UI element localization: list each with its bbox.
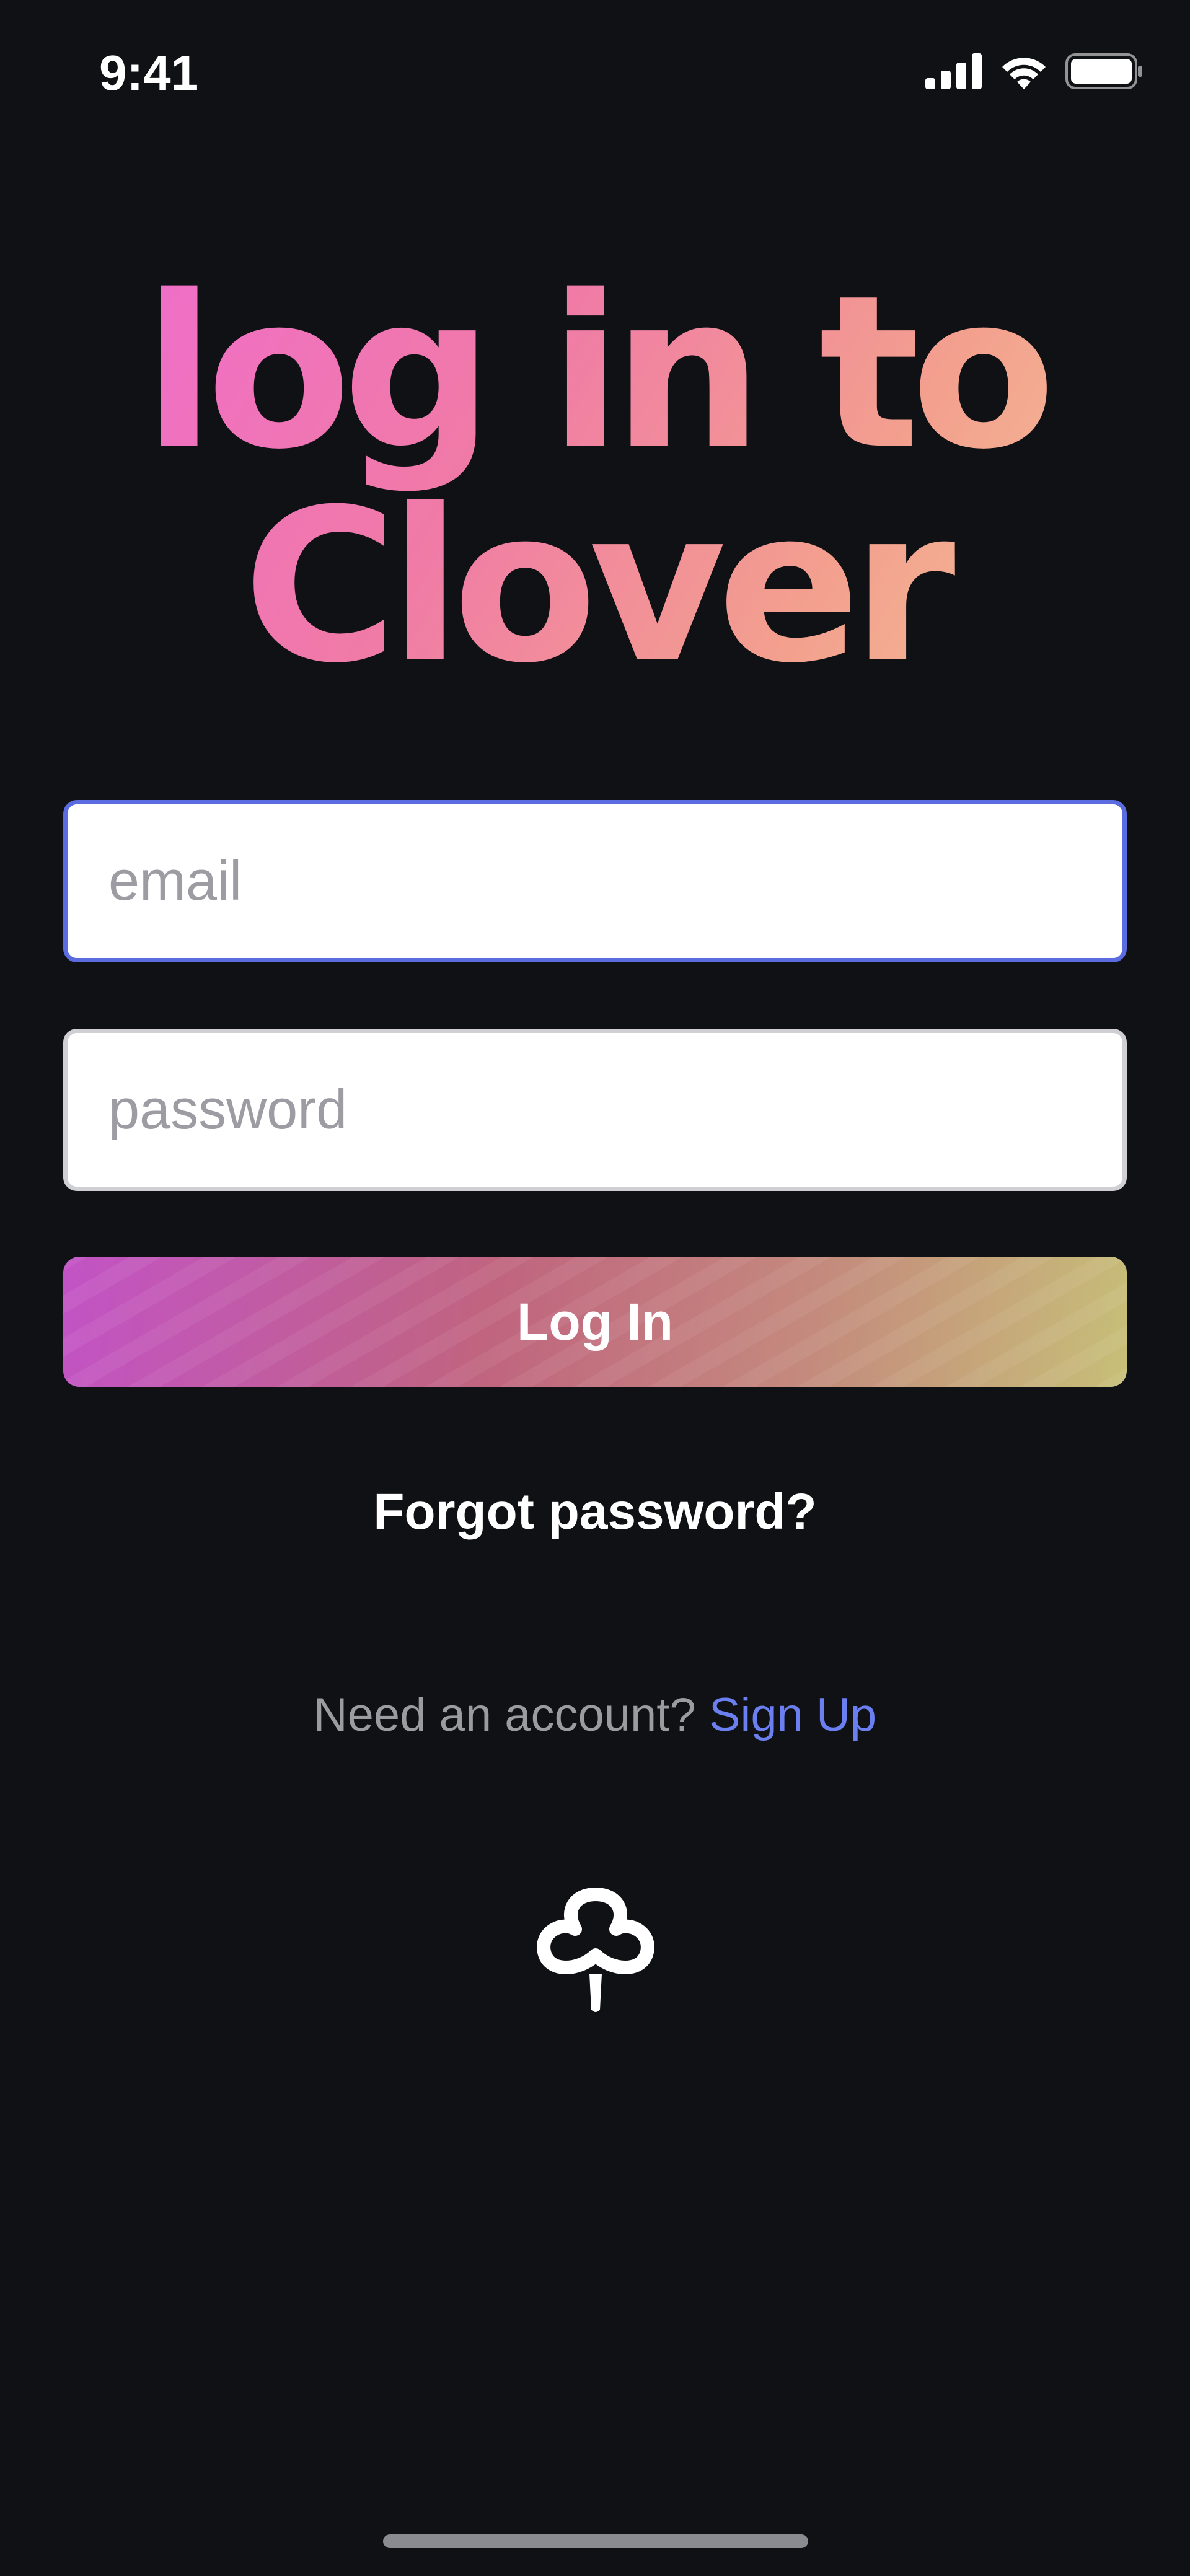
password-field[interactable] (63, 1029, 1127, 1191)
signup-prompt: Need an account? (313, 1689, 696, 1741)
forgot-password-link[interactable]: Forgot password? (0, 1481, 1190, 1543)
login-button-label: Log In (517, 1292, 673, 1351)
wifi-icon (1002, 58, 1046, 89)
title-line-2: Clover (243, 464, 947, 710)
cellular-signal-icon (925, 53, 982, 89)
status-time: 9:41 (99, 45, 199, 100)
battery-icon (1065, 53, 1142, 89)
signup-link[interactable]: Sign Up (709, 1689, 876, 1741)
email-field[interactable] (63, 800, 1127, 962)
status-icons (925, 53, 1144, 89)
clover-icon (537, 1888, 654, 2012)
home-indicator[interactable] (383, 2534, 808, 2548)
title-line-1: log in to (143, 250, 1047, 496)
signup-row: Need an account? Sign Up (0, 1684, 1190, 1746)
login-button[interactable]: Log In (63, 1257, 1127, 1387)
page-title: log in to Clover (0, 266, 1190, 694)
